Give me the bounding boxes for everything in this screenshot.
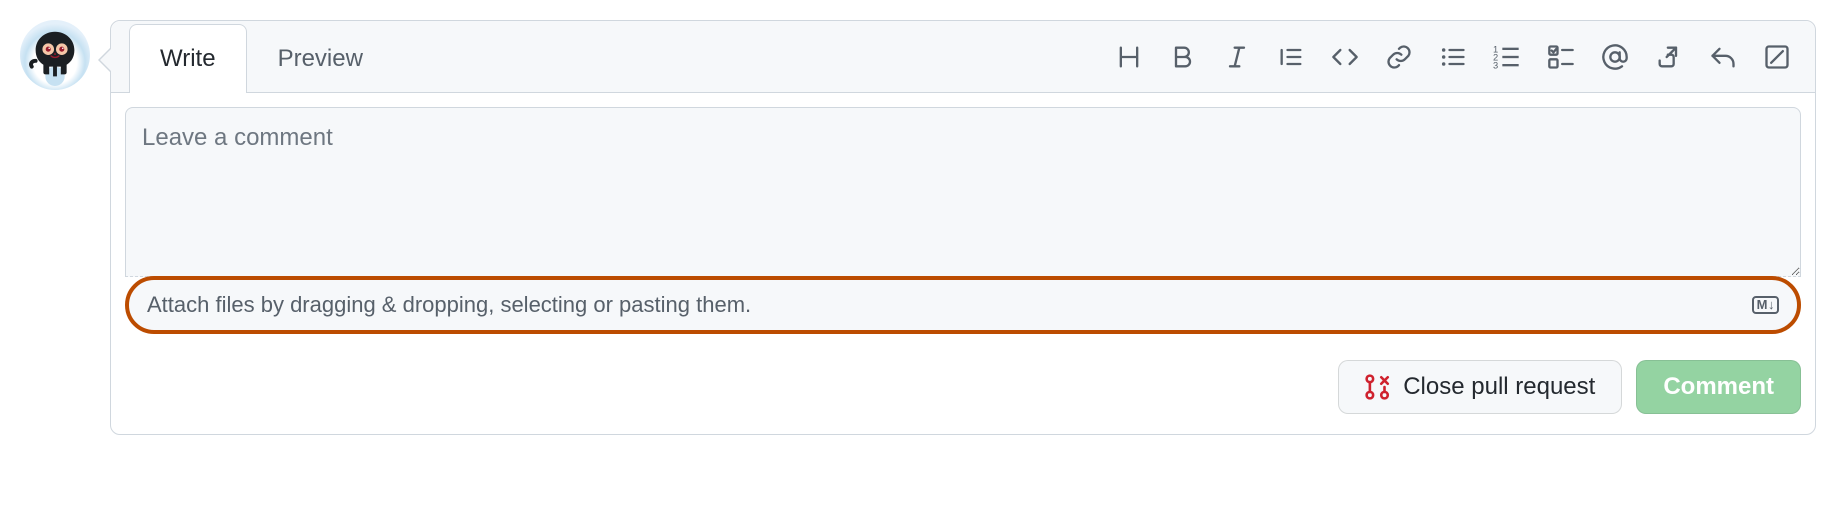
git-pr-closed-icon <box>1365 374 1391 400</box>
quote-icon[interactable] <box>1277 43 1305 71</box>
ordered-list-icon[interactable]: 123 <box>1493 43 1521 71</box>
heading-icon[interactable] <box>1115 43 1143 71</box>
tab-bar: Write Preview 123 <box>111 21 1815 93</box>
unordered-list-icon[interactable] <box>1439 43 1467 71</box>
markdown-badge-icon[interactable]: M↓ <box>1752 296 1779 314</box>
mention-icon[interactable] <box>1601 43 1629 71</box>
square-edit-icon[interactable] <box>1763 43 1791 71</box>
editor-body: Attach files by dragging & dropping, sel… <box>111 93 1815 348</box>
attach-files-bar[interactable]: Attach files by dragging & dropping, sel… <box>125 276 1801 334</box>
tab-write[interactable]: Write <box>129 24 247 93</box>
bold-icon[interactable] <box>1169 43 1197 71</box>
comment-button-label: Comment <box>1663 373 1774 401</box>
avatar[interactable] <box>20 20 90 90</box>
link-icon[interactable] <box>1385 43 1413 71</box>
formatting-toolbar: 123 <box>1115 21 1801 92</box>
comment-button[interactable]: Comment <box>1636 360 1801 414</box>
close-pr-button[interactable]: Close pull request <box>1338 360 1622 414</box>
tabs: Write Preview <box>129 21 394 92</box>
octocat-icon <box>24 24 86 86</box>
comment-composer: Write Preview 123 Attach files by draggi… <box>110 20 1816 435</box>
close-pr-label: Close pull request <box>1403 373 1595 401</box>
tab-preview[interactable]: Preview <box>247 24 394 93</box>
italic-icon[interactable] <box>1223 43 1251 71</box>
svg-text:3: 3 <box>1493 60 1498 70</box>
footer-actions: Close pull request Comment <box>111 348 1815 434</box>
task-list-icon[interactable] <box>1547 43 1575 71</box>
cross-reference-icon[interactable] <box>1655 43 1683 71</box>
code-icon[interactable] <box>1331 43 1359 71</box>
attach-hint: Attach files by dragging & dropping, sel… <box>147 292 751 318</box>
comment-textarea[interactable] <box>125 107 1801 277</box>
reply-icon[interactable] <box>1709 43 1737 71</box>
